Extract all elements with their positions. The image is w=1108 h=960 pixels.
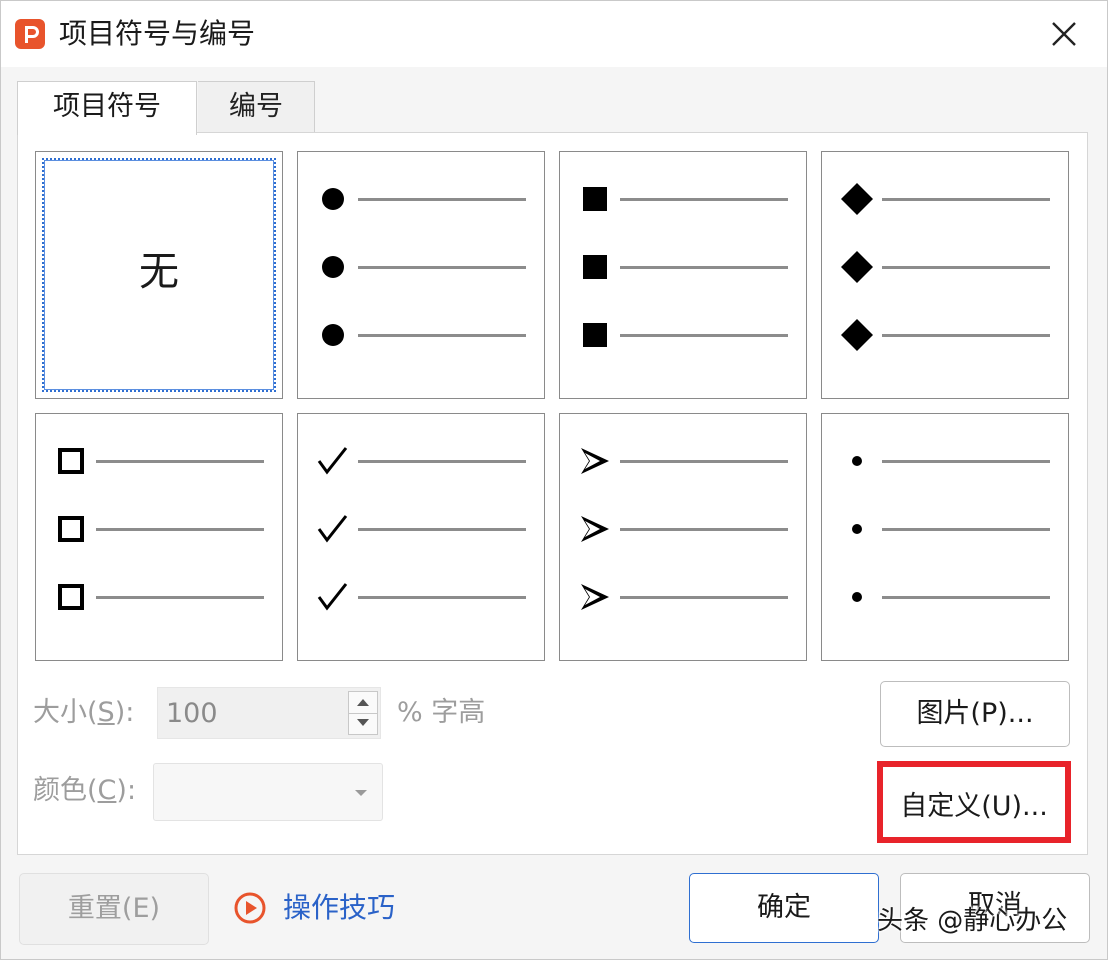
spin-up-button[interactable] (349, 692, 377, 714)
filled-square-icon (583, 323, 607, 347)
filled-square-icon (583, 187, 607, 211)
triangle-up-icon (357, 699, 369, 706)
bullets-numbering-dialog: 项目符号与编号 项目符号 编号 无 大小(S): 100 % 字高 颜色(C):… (0, 0, 1108, 960)
reset-button[interactable]: 重置(E) (19, 873, 209, 945)
triangle-down-icon (357, 719, 369, 726)
size-unit-label: % 字高 (397, 697, 486, 728)
hollow-square-icon (58, 448, 84, 474)
filled-diamond-icon (841, 319, 873, 351)
spin-down-button[interactable] (349, 713, 377, 734)
hollow-square-icon (58, 584, 84, 610)
none-label: 无 (139, 249, 179, 295)
size-value[interactable]: 100 (166, 694, 218, 734)
small-dot-icon (852, 524, 862, 534)
dialog-title: 项目符号与编号 (59, 17, 256, 50)
picture-button[interactable]: 图片(P)... (880, 681, 1070, 747)
filled-square-icon (583, 255, 607, 279)
tips-label[interactable]: 操作技巧 (283, 887, 395, 929)
title-bar: 项目符号与编号 (1, 1, 1107, 67)
size-spinner (348, 691, 378, 735)
filled-diamond-icon (841, 251, 873, 283)
size-spinbox[interactable]: 100 (157, 687, 381, 739)
play-circle-icon (234, 892, 266, 924)
bullet-option-hollow-square[interactable] (35, 413, 283, 661)
small-dot-icon (852, 456, 862, 466)
tab-bullets[interactable]: 项目符号 (17, 81, 197, 135)
arrowhead-icon (581, 584, 609, 610)
color-label: 颜色(C): (33, 775, 137, 806)
chevron-down-icon (355, 790, 367, 796)
checkmark-icon (317, 583, 348, 611)
checkmark-icon (317, 447, 348, 475)
bullet-option-filled-square[interactable] (559, 151, 807, 399)
checkmark-icon (317, 515, 348, 543)
arrowhead-icon (581, 516, 609, 542)
arrowhead-icon (581, 448, 609, 474)
tab-numbering[interactable]: 编号 (198, 81, 315, 133)
custom-button[interactable]: 自定义(U)... (877, 761, 1071, 843)
filled-diamond-icon (841, 183, 873, 215)
close-button[interactable] (1041, 13, 1087, 55)
bullet-option-arrowhead[interactable] (559, 413, 807, 661)
ok-button[interactable]: 确定 (689, 873, 879, 943)
bullet-option-filled-diamond[interactable] (821, 151, 1069, 399)
bullet-option-filled-circle[interactable] (297, 151, 545, 399)
bullet-option-checkmark[interactable] (297, 413, 545, 661)
filled-circle-icon (322, 256, 344, 278)
wps-presentation-icon (15, 19, 45, 49)
close-icon (1052, 22, 1076, 46)
watermark: 头条 @静心办公 (877, 906, 1068, 936)
small-dot-icon (852, 592, 862, 602)
filled-circle-icon (322, 324, 344, 346)
filled-circle-icon (322, 188, 344, 210)
bullet-option-small-dot[interactable] (821, 413, 1069, 661)
color-dropdown[interactable] (153, 763, 383, 821)
bullet-option-none[interactable]: 无 (35, 151, 283, 399)
hollow-square-icon (58, 516, 84, 542)
size-label: 大小(S): (33, 697, 135, 728)
